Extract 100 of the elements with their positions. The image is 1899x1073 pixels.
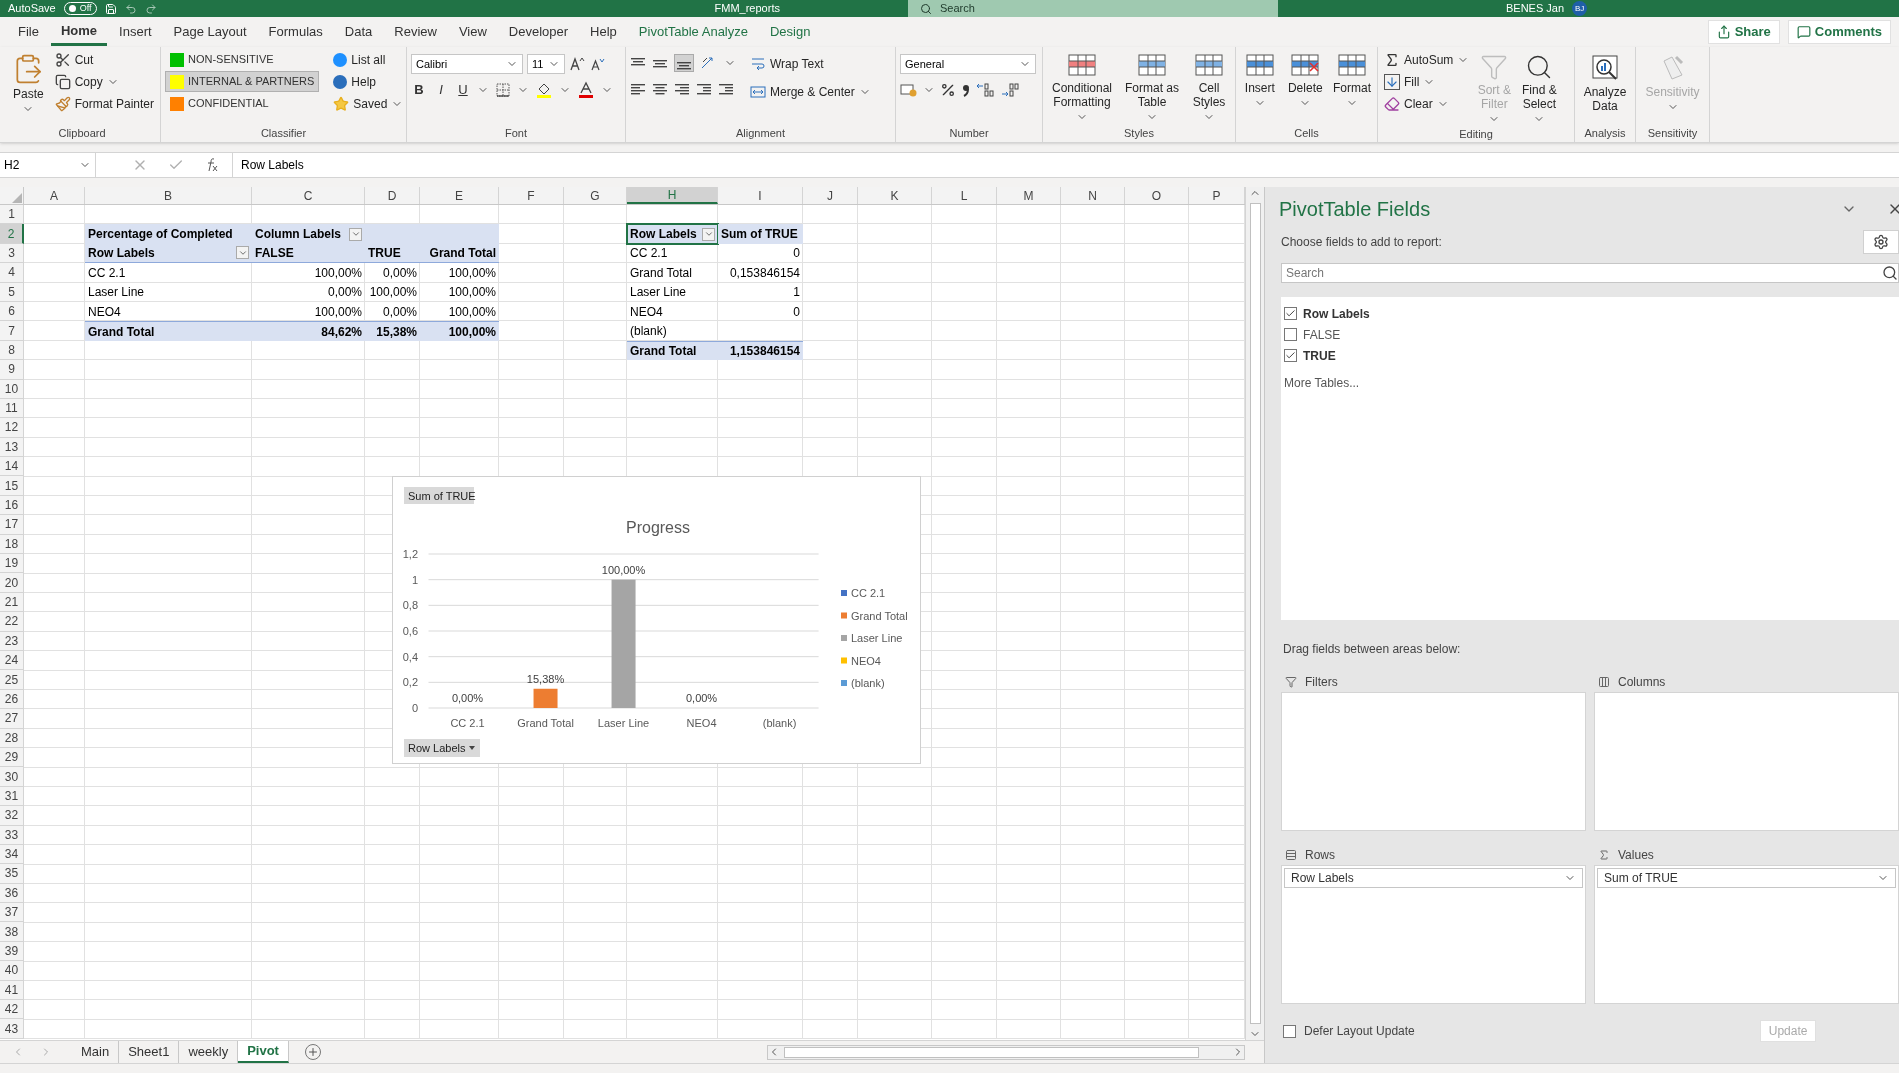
user-avatar[interactable]: BJ <box>1572 1 1588 16</box>
ribbon-button[interactable]: AutoSum <box>1382 49 1472 71</box>
ribbon-tab[interactable]: Page Layout <box>163 18 257 46</box>
ribbon-button[interactable]: Merge & Center <box>748 81 873 103</box>
scrollbar-thumb[interactable] <box>783 1046 1199 1058</box>
row-number[interactable]: 29 <box>0 747 24 768</box>
drop-area[interactable]: Row Labels <box>1281 865 1586 1004</box>
ribbon-tab[interactable]: Data <box>334 18 383 46</box>
field-item[interactable]: TRUE <box>1284 345 1899 366</box>
ribbon-tab[interactable]: Help <box>580 18 627 46</box>
row-number[interactable]: 15 <box>0 476 24 496</box>
row-number[interactable]: 36 <box>0 883 24 904</box>
font-name-field[interactable]: Calibri <box>411 54 523 74</box>
row-number[interactable]: 10 <box>0 379 24 399</box>
column-header[interactable]: A <box>24 187 85 204</box>
defer-update-checkbox[interactable]: Defer Layout Update <box>1283 1022 1415 1040</box>
redo-icon[interactable] <box>144 2 157 15</box>
row-number[interactable]: 25 <box>0 670 24 690</box>
row-number[interactable]: 26 <box>0 689 24 710</box>
row-number[interactable]: 6 <box>0 301 24 322</box>
align-center-icon[interactable] <box>652 82 668 96</box>
row-number[interactable]: 17 <box>0 515 24 535</box>
ribbon-button[interactable]: Copy <box>52 71 156 93</box>
row-number[interactable]: 38 <box>0 922 24 942</box>
row-number[interactable]: 34 <box>0 844 24 865</box>
ribbon-button[interactable]: Format <box>1331 49 1373 109</box>
ribbon-tab[interactable]: View <box>448 18 497 46</box>
accounting-icon[interactable] <box>900 82 918 98</box>
ribbon-button[interactable]: Wrap Text <box>748 53 873 75</box>
shrink-font-icon[interactable] <box>589 56 605 72</box>
ribbon-tab[interactable]: Design <box>760 18 821 46</box>
formula-field[interactable]: Row Labels <box>232 153 1899 177</box>
row-number[interactable]: 7 <box>0 321 24 341</box>
ribbon-tab[interactable]: Formulas <box>258 18 333 46</box>
ribbon-tab[interactable]: Developer <box>498 18 579 46</box>
column-header[interactable]: I <box>718 187 803 204</box>
font-size-field[interactable]: 11 <box>527 54 565 74</box>
column-header[interactable]: J <box>803 187 858 204</box>
column-header[interactable]: L <box>932 187 997 204</box>
borders-icon[interactable] <box>495 81 511 98</box>
row-number[interactable]: 19 <box>0 554 24 574</box>
field-button[interactable]: Sum of TRUE <box>404 487 476 504</box>
row-number[interactable]: 22 <box>0 612 24 632</box>
row-number[interactable]: 28 <box>0 728 24 748</box>
ribbon-button[interactable]: Fill <box>1382 71 1472 93</box>
row-number[interactable]: 2 <box>0 224 24 244</box>
font-style-button[interactable]: I <box>433 80 449 100</box>
field-item[interactable]: FALSE <box>1284 324 1899 345</box>
ribbon-button[interactable]: List all <box>331 49 406 71</box>
name-box[interactable]: H2 <box>0 153 96 177</box>
ribbon-button[interactable]: Analyze Data <box>1579 49 1631 113</box>
more-tables-link[interactable]: More Tables... <box>1284 374 1899 392</box>
comments-button[interactable]: Comments <box>1787 20 1891 44</box>
share-button[interactable]: Share <box>1707 20 1780 44</box>
row-number[interactable]: 31 <box>0 786 24 807</box>
classification-button[interactable]: INTERNAL & PARTNERS <box>165 71 320 92</box>
settings-button[interactable] <box>1863 230 1899 254</box>
ribbon-button[interactable]: Insert <box>1240 49 1280 109</box>
ribbon-button[interactable]: Saved <box>331 93 406 115</box>
row-number[interactable]: 13 <box>0 437 24 458</box>
row-number[interactable]: 3 <box>0 243 24 264</box>
ribbon-tab[interactable]: Review <box>384 18 447 46</box>
row-number[interactable]: 11 <box>0 398 24 419</box>
ribbon-button[interactable]: Format Painter <box>52 93 156 115</box>
column-header[interactable]: H <box>627 187 718 204</box>
column-header[interactable]: D <box>365 187 420 204</box>
font-style-button[interactable]: B <box>411 80 427 100</box>
filter-dropdown[interactable] <box>702 227 715 241</box>
ribbon-button[interactable]: Help <box>331 71 406 93</box>
row-number[interactable]: 35 <box>0 864 24 884</box>
row-number[interactable]: 21 <box>0 592 24 613</box>
vertical-scrollbar[interactable] <box>1245 187 1264 1040</box>
row-number[interactable]: 12 <box>0 418 24 438</box>
save-icon[interactable] <box>104 2 117 15</box>
ribbon-button[interactable]: Delete <box>1283 49 1327 109</box>
row-number[interactable]: 27 <box>0 709 24 729</box>
column-header[interactable]: K <box>858 187 932 204</box>
comma-icon[interactable] <box>961 82 971 98</box>
increase-decimal-icon[interactable] <box>976 82 996 98</box>
field-item[interactable]: Row Labels <box>1284 303 1899 324</box>
row-number[interactable]: 33 <box>0 825 24 845</box>
row-number[interactable]: 42 <box>0 1000 24 1020</box>
row-number[interactable]: 23 <box>0 631 24 651</box>
checkbox[interactable] <box>1284 307 1297 320</box>
area-field-button[interactable]: Row Labels <box>1284 868 1583 888</box>
filter-dropdown[interactable] <box>236 246 249 260</box>
row-number[interactable]: 20 <box>0 573 24 593</box>
row-number[interactable]: 14 <box>0 457 24 477</box>
grow-font-icon[interactable] <box>569 56 585 72</box>
row-number[interactable]: 30 <box>0 767 24 787</box>
checkbox[interactable] <box>1284 328 1297 341</box>
row-number[interactable]: 32 <box>0 806 24 826</box>
row-number[interactable]: 41 <box>0 980 24 1000</box>
scrollbar-thumb[interactable] <box>1249 203 1261 1024</box>
horizontal-scrollbar[interactable] <box>766 1044 1245 1060</box>
undo-icon[interactable] <box>124 2 137 15</box>
increase-indent-icon[interactable] <box>718 82 734 96</box>
search-field[interactable]: Search <box>907 0 1278 17</box>
column-header[interactable]: N <box>1061 187 1125 204</box>
ribbon-tab[interactable]: File <box>8 18 49 46</box>
